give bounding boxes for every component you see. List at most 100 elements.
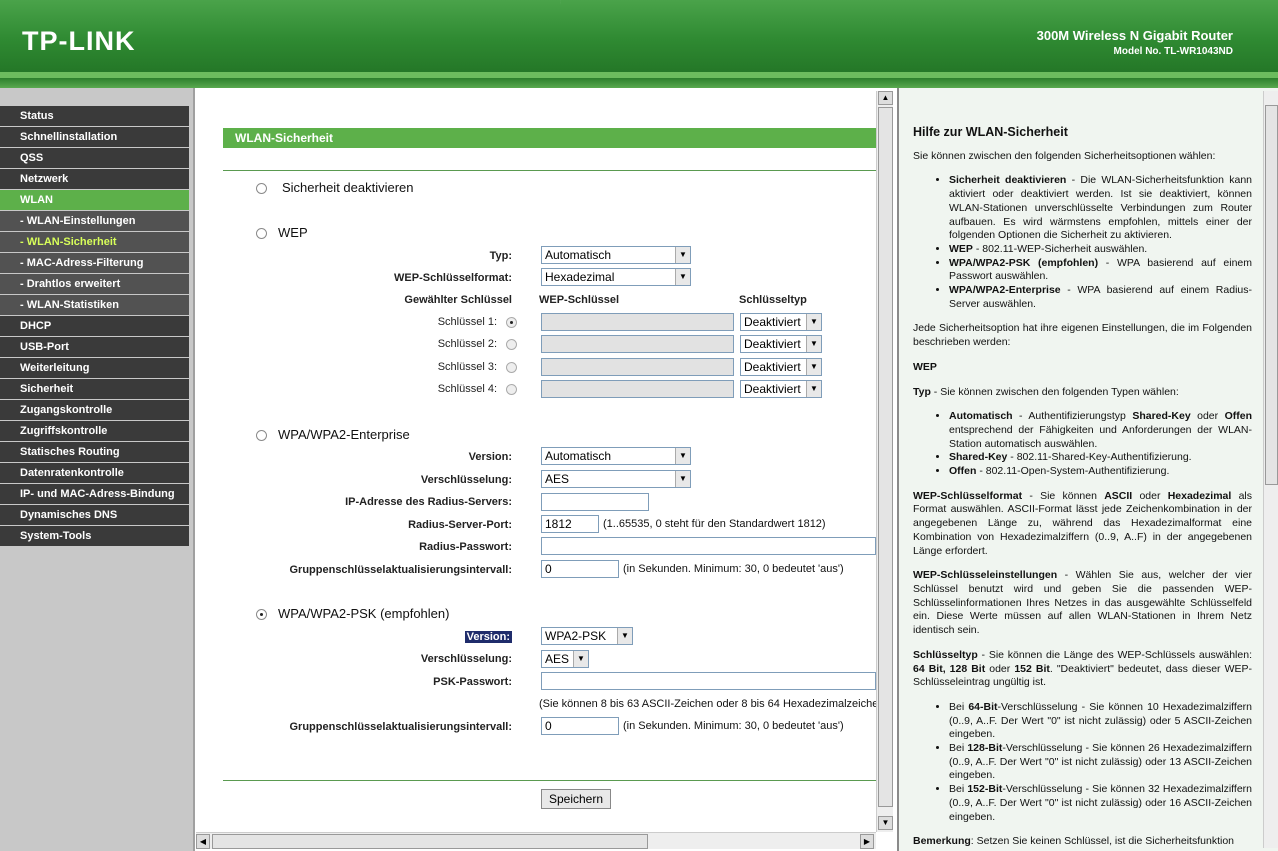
sidebar-item-system-tools[interactable]: System-Tools — [0, 526, 189, 546]
key4-type-value: Deaktiviert — [744, 382, 801, 396]
scroll-thumb[interactable] — [878, 107, 893, 807]
help-remark: Bemerkung: Setzen Sie keinen Schlüssel, … — [913, 835, 1234, 848]
help-scroll-thumb[interactable] — [1265, 105, 1278, 485]
sidebar-item-dhcp[interactable]: DHCP — [0, 316, 189, 336]
help-panel: Hilfe zur WLAN-Sicherheit Sie können zwi… — [897, 88, 1278, 851]
sidebar-item-network[interactable]: Netzwerk — [0, 169, 189, 189]
brand-logo: TP-LINK — [22, 26, 136, 56]
radius-password-input[interactable] — [541, 537, 876, 555]
help-option: Sicherheit deaktivieren - Die WLAN-Siche… — [949, 174, 1252, 243]
section-enterprise-label: WPA/WPA2-Enterprise — [278, 427, 410, 442]
sidebar-item-quick-setup[interactable]: Schnellinstallation — [0, 127, 189, 147]
sidebar-item-wireless-advanced[interactable]: - Drahtlos erweitert — [0, 274, 189, 294]
key1-input[interactable] — [541, 313, 734, 331]
page-title: WLAN-Sicherheit — [223, 128, 876, 148]
help-vertical-scrollbar[interactable] — [1263, 91, 1278, 848]
wep-format-select[interactable]: Hexadezimal ▼ — [541, 268, 691, 286]
sidebar-item-wlan-stats[interactable]: - WLAN-Statistiken — [0, 295, 189, 315]
key2-type-select[interactable]: Deaktiviert ▼ — [740, 335, 822, 353]
sidebar-item-access-control[interactable]: Zugangskontrolle — [0, 400, 189, 420]
psk-version-select[interactable]: WPA2-PSK ▼ — [541, 627, 633, 645]
ent-group-interval-input[interactable]: 0 — [541, 560, 619, 578]
key4-radio[interactable] — [506, 384, 517, 395]
help-type: Offen - 802.11-Open-System-Authentifizie… — [949, 465, 1252, 479]
psk-password-label: PSK-Passwort: — [433, 676, 512, 688]
radio-disable-security[interactable] — [256, 183, 267, 194]
radio-wpa-enterprise[interactable] — [256, 430, 267, 441]
key3-label: Schlüssel 3: — [437, 361, 497, 373]
sidebar-item-wlan-security[interactable]: - WLAN-Sicherheit — [0, 232, 189, 252]
help-option: WEP - 802.11-WEP-Sicherheit auswählen. — [949, 243, 1252, 257]
main-horizontal-scrollbar[interactable]: ◀ ▶ — [196, 832, 876, 849]
ent-encryption-select[interactable]: AES ▼ — [541, 470, 691, 488]
radio-wep[interactable] — [256, 228, 267, 239]
chevron-down-icon: ▼ — [806, 314, 821, 330]
sidebar-menu: Status Schnellinstallation QSS Netzwerk … — [0, 106, 189, 547]
ent-version-select[interactable]: Automatisch ▼ — [541, 447, 691, 465]
chevron-down-icon: ▼ — [573, 651, 588, 667]
scroll-right-icon[interactable]: ▶ — [860, 834, 874, 849]
psk-password-input[interactable] — [541, 672, 876, 690]
radio-wpa-psk[interactable] — [256, 609, 267, 620]
key4-input[interactable] — [541, 380, 734, 398]
help-bit: Bei 152-Bit-Verschlüsselung - Sie können… — [949, 783, 1252, 824]
sidebar-item-bandwidth[interactable]: Datenratenkontrolle — [0, 463, 189, 483]
scroll-down-icon[interactable]: ▼ — [878, 816, 893, 830]
chevron-down-icon: ▼ — [675, 269, 690, 285]
scroll-left-icon[interactable]: ◀ — [196, 834, 210, 849]
banner-stripe-lower — [0, 78, 1278, 88]
radius-port-input[interactable]: 1812 — [541, 515, 599, 533]
psk-group-interval-label: Gruppenschlüsselaktualisierungsintervall… — [289, 721, 512, 733]
psk-version-label-text: Version: — [464, 631, 512, 643]
sidebar-item-security[interactable]: Sicherheit — [0, 379, 189, 399]
ent-version-label: Version: — [468, 451, 512, 463]
col-wep-key: WEP-Schlüssel — [539, 294, 620, 306]
sidebar-item-usb-port[interactable]: USB-Port — [0, 337, 189, 357]
key4-type-select[interactable]: Deaktiviert ▼ — [740, 380, 822, 398]
section-psk-label: WPA/WPA2-PSK (empfohlen) — [278, 606, 450, 621]
psk-group-interval-input[interactable]: 0 — [541, 717, 619, 735]
save-button[interactable]: Speichern — [541, 789, 611, 809]
psk-password-note: (Sie können 8 bis 63 ASCII-Zeichen oder … — [539, 698, 885, 710]
radius-ip-input[interactable] — [541, 493, 649, 511]
key3-input[interactable] — [541, 358, 734, 376]
key1-type-select[interactable]: Deaktiviert ▼ — [740, 313, 822, 331]
key3-type-select[interactable]: Deaktiviert ▼ — [740, 358, 822, 376]
key2-radio[interactable] — [506, 339, 517, 350]
wep-type-value: Automatisch — [545, 248, 612, 262]
sidebar-item-static-routing[interactable]: Statisches Routing — [0, 442, 189, 462]
sidebar-item-mac-filter[interactable]: - MAC-Adress-Filterung — [0, 253, 189, 273]
help-bit: Bei 64-Bit-Verschlüsselung - Sie können … — [949, 701, 1252, 742]
chevron-down-icon: ▼ — [675, 247, 690, 263]
sidebar-item-wlan-settings[interactable]: - WLAN-Einstellungen — [0, 211, 189, 231]
product-name: 300M Wireless N Gigabit Router — [1036, 28, 1233, 43]
sidebar-item-ddns[interactable]: Dynamisches DNS — [0, 505, 189, 525]
key2-label: Schlüssel 2: — [437, 338, 497, 350]
sidebar-item-wlan[interactable]: WLAN — [0, 190, 189, 210]
psk-version-label: Version: — [300, 631, 512, 643]
sidebar-item-forwarding[interactable]: Weiterleitung — [0, 358, 189, 378]
ent-version-value: Automatisch — [545, 449, 612, 463]
main-vertical-scrollbar[interactable]: ▲ ▼ — [876, 91, 893, 832]
hscroll-thumb[interactable] — [212, 834, 648, 849]
help-intro: Sie können zwischen den folgenden Sicher… — [913, 149, 1216, 162]
ent-group-interval-label: Gruppenschlüsselaktualisierungsintervall… — [289, 564, 512, 576]
sidebar-item-access-control-2[interactable]: Zugriffskontrolle — [0, 421, 189, 441]
chevron-down-icon: ▼ — [617, 628, 632, 644]
key3-type-value: Deaktiviert — [744, 360, 801, 374]
key2-type-value: Deaktiviert — [744, 337, 801, 351]
help-bit: Bei 128-Bit-Verschlüsselung - Sie können… — [949, 742, 1252, 783]
key2-input[interactable] — [541, 335, 734, 353]
header-banner: TP-LINK 300M Wireless N Gigabit Router M… — [0, 0, 1278, 88]
wep-type-select[interactable]: Automatisch ▼ — [541, 246, 691, 264]
chevron-down-icon: ▼ — [806, 336, 821, 352]
psk-encryption-select[interactable]: AES ▼ — [541, 650, 589, 668]
scroll-up-icon[interactable]: ▲ — [878, 91, 893, 105]
sidebar-item-status[interactable]: Status — [0, 106, 189, 126]
sidebar-item-ip-mac-binding[interactable]: IP- und MAC-Adress-Bindung — [0, 484, 189, 504]
key3-radio[interactable] — [506, 362, 517, 373]
sidebar-item-qss[interactable]: QSS — [0, 148, 189, 168]
key1-radio[interactable] — [506, 317, 517, 328]
chevron-down-icon: ▼ — [675, 448, 690, 464]
help-types-list: Automatisch - Authentifizierungstyp Shar… — [949, 410, 1252, 479]
